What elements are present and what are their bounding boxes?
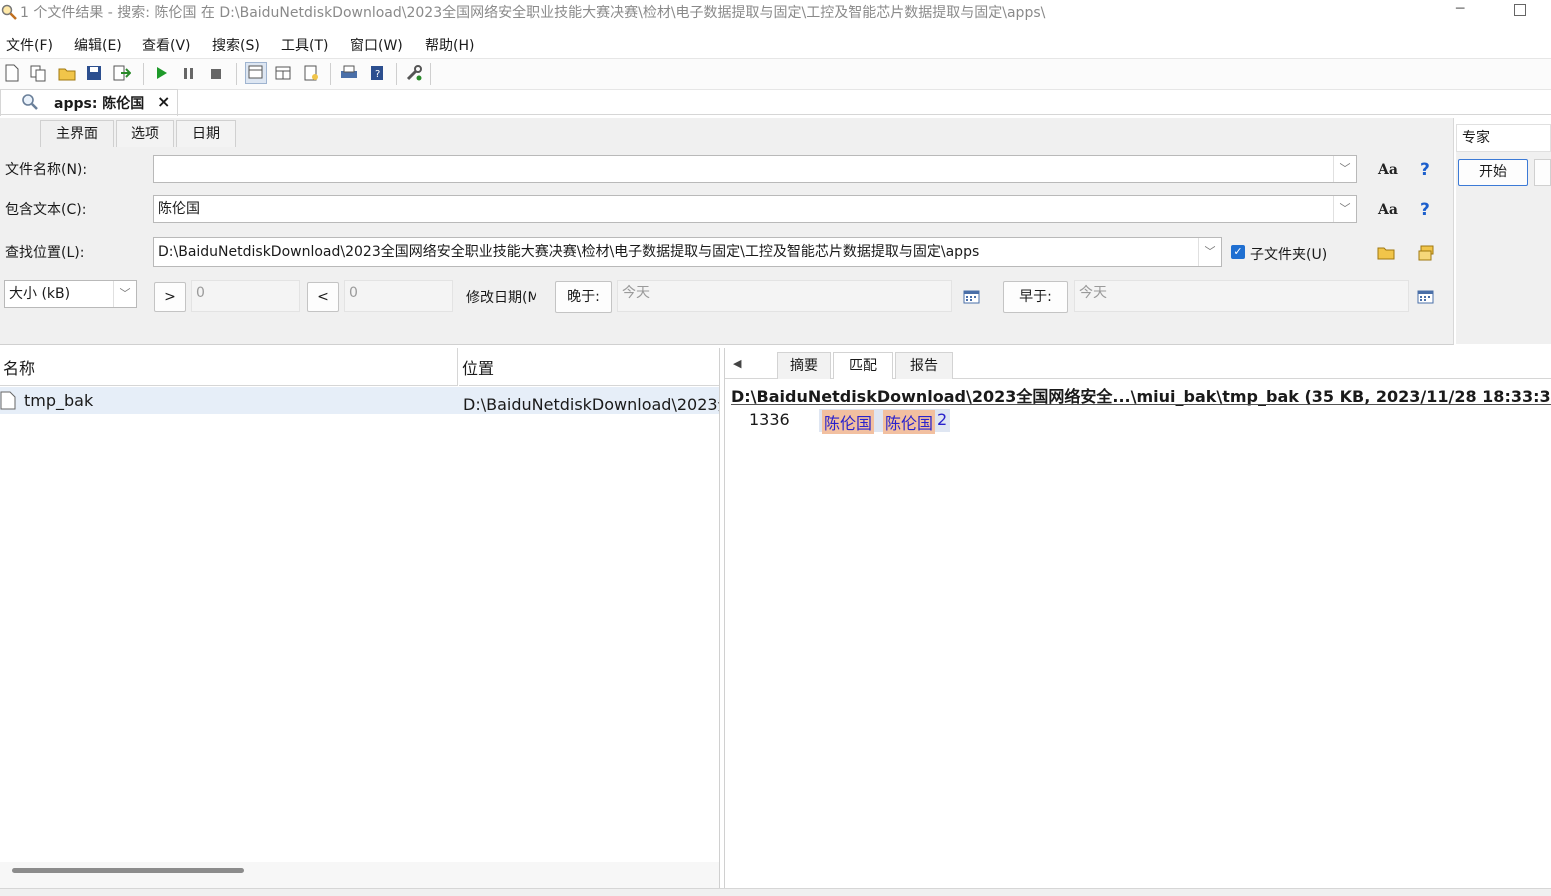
save-icon[interactable]	[85, 64, 103, 82]
file-location: D:\BaiduNetdiskDownload\2023全	[463, 395, 719, 414]
search-icon	[1, 4, 17, 24]
menu-edit[interactable]: 编辑(E)	[74, 35, 122, 55]
size-max-field[interactable]: 0	[344, 280, 453, 312]
open-icon[interactable]	[58, 64, 76, 82]
stop-icon[interactable]	[207, 64, 225, 82]
tab-date[interactable]: 日期	[176, 120, 236, 147]
before-button[interactable]: 早于:	[1003, 281, 1068, 313]
size-min-field[interactable]: 0	[191, 280, 300, 312]
filename-label: 文件名称(N):	[5, 162, 88, 178]
size-select-value: 大小 (kB)	[9, 286, 71, 302]
chevron-down-icon[interactable]: ﹀	[1198, 238, 1221, 266]
search-icon	[21, 93, 39, 115]
tab-matches[interactable]: 匹配	[833, 352, 893, 379]
tools-icon[interactable]	[405, 64, 423, 82]
match-highlight: 陈伦国	[883, 410, 936, 434]
menu-window[interactable]: 窗口(W)	[350, 35, 403, 55]
chevron-down-icon[interactable]: ﹀	[1333, 196, 1356, 222]
match-line-number: 1336	[749, 410, 790, 429]
tab-strip-divider	[0, 114, 1551, 115]
match-highlight: 陈伦国	[822, 410, 875, 434]
scrollbar-thumb[interactable]	[12, 868, 244, 873]
help-icon[interactable]: ?	[1420, 160, 1430, 180]
folder-options-icon[interactable]	[1418, 245, 1436, 265]
menu-help[interactable]: 帮助(H)	[425, 35, 474, 55]
case-sensitive-icon[interactable]: Aa	[1378, 162, 1398, 178]
export-icon[interactable]	[113, 64, 132, 82]
expert-panel: 专家 开始	[1456, 124, 1551, 344]
header-divider	[731, 404, 1551, 405]
folder-icon[interactable]	[1377, 245, 1395, 264]
svg-text:?: ?	[375, 69, 380, 80]
copy-icon[interactable]	[29, 64, 47, 82]
document-tab-label: apps: 陈伦国	[54, 96, 145, 112]
greater-than-button[interactable]: >	[154, 282, 186, 312]
help-icon[interactable]: ?	[1420, 200, 1430, 220]
file-icon	[0, 391, 16, 414]
split-view-icon[interactable]	[274, 64, 292, 82]
menu-bar: 文件(F) 编辑(E) 查看(V) 搜索(S) 工具(T) 窗口(W) 帮助(H…	[0, 31, 1551, 55]
start-button[interactable]: 开始	[1458, 159, 1528, 186]
print-icon[interactable]	[340, 64, 358, 82]
subfolder-checkbox[interactable]: ✓	[1231, 245, 1245, 259]
document-tab[interactable]: apps: 陈伦国 ×	[0, 89, 178, 116]
close-icon[interactable]: ×	[157, 92, 170, 111]
text-combo[interactable]: 陈伦国 ﹀	[153, 195, 1357, 223]
tab-summary[interactable]: 摘要	[777, 352, 831, 379]
window-title: 1 个文件结果 - 搜索: 陈伦国 在 D:\BaiduNetdiskDownl…	[20, 5, 1046, 21]
subfolder-label[interactable]: 子文件夹(U)	[1250, 244, 1327, 264]
minimize-button[interactable]: ─	[1456, 1, 1464, 17]
menu-view[interactable]: 查看(V)	[142, 35, 191, 55]
table-row[interactable]: tmp_bak D:\BaiduNetdiskDownload\2023全	[0, 387, 719, 414]
maximize-button[interactable]	[1514, 4, 1526, 16]
title-bar: 1 个文件结果 - 搜索: 陈伦国 在 D:\BaiduNetdiskDownl…	[0, 0, 1551, 24]
calendar-icon[interactable]	[963, 289, 980, 308]
menu-search[interactable]: 搜索(S)	[212, 35, 260, 55]
after-button[interactable]: 晚于:	[555, 281, 612, 313]
location-label: 查找位置(L):	[5, 245, 85, 261]
less-than-button[interactable]: <	[307, 282, 339, 312]
location-combo[interactable]: D:\BaiduNetdiskDownload\2023全国网络安全职业技能大赛…	[153, 237, 1222, 267]
results-list: 名称 位置 tmp_bak D:\BaiduNetdiskDownload\20…	[0, 348, 720, 888]
file-name: tmp_bak	[24, 391, 94, 410]
after-date-field[interactable]: 今天	[617, 280, 952, 312]
chevron-down-icon[interactable]: ﹀	[113, 281, 136, 307]
size-select[interactable]: 大小 (kB) ﹀	[4, 280, 137, 308]
column-name-header[interactable]: 名称	[0, 348, 458, 386]
tab-main[interactable]: 主界面	[40, 120, 114, 147]
chevron-down-icon[interactable]: ﹀	[1333, 156, 1356, 182]
text-value: 陈伦国	[158, 201, 200, 217]
layout-icon[interactable]	[245, 62, 267, 84]
column-location-header[interactable]: 位置	[459, 348, 719, 386]
preview-pane: ◀ 摘要 匹配 报告 D:\BaiduNetdiskDownload\2023全…	[724, 348, 1551, 888]
toolbar: ?	[0, 58, 1551, 90]
new-icon[interactable]	[3, 64, 21, 82]
tab-options[interactable]: 选项	[116, 120, 174, 147]
calendar-icon[interactable]	[1417, 289, 1434, 308]
start-dropdown[interactable]	[1534, 159, 1551, 186]
report-icon[interactable]	[302, 64, 320, 82]
location-value: D:\BaiduNetdiskDownload\2023全国网络安全职业技能大赛…	[158, 244, 980, 260]
chevron-left-icon[interactable]: ◀	[733, 357, 741, 370]
tab-report[interactable]: 报告	[895, 352, 953, 379]
text-label: 包含文本(C):	[5, 202, 87, 218]
expert-label[interactable]: 专家	[1456, 124, 1551, 152]
play-icon[interactable]	[152, 64, 170, 82]
modified-date-label: 修改日期(M)	[466, 290, 536, 306]
search-panel: 主界面 选项 日期 文件名称(N): ﹀ Aa ? 包含文本(C): 陈伦国 ﹀…	[0, 118, 1454, 345]
filename-combo[interactable]: ﹀	[153, 155, 1357, 183]
menu-file[interactable]: 文件(F)	[6, 35, 53, 55]
menu-tools[interactable]: 工具(T)	[281, 35, 328, 55]
case-sensitive-icon[interactable]: Aa	[1378, 202, 1398, 218]
before-date-field[interactable]: 今天	[1074, 280, 1409, 312]
horizontal-scrollbar[interactable]	[0, 862, 719, 888]
match-suffix: 2	[937, 410, 948, 429]
pause-icon[interactable]	[180, 64, 198, 82]
help-book-icon[interactable]: ?	[368, 64, 386, 82]
